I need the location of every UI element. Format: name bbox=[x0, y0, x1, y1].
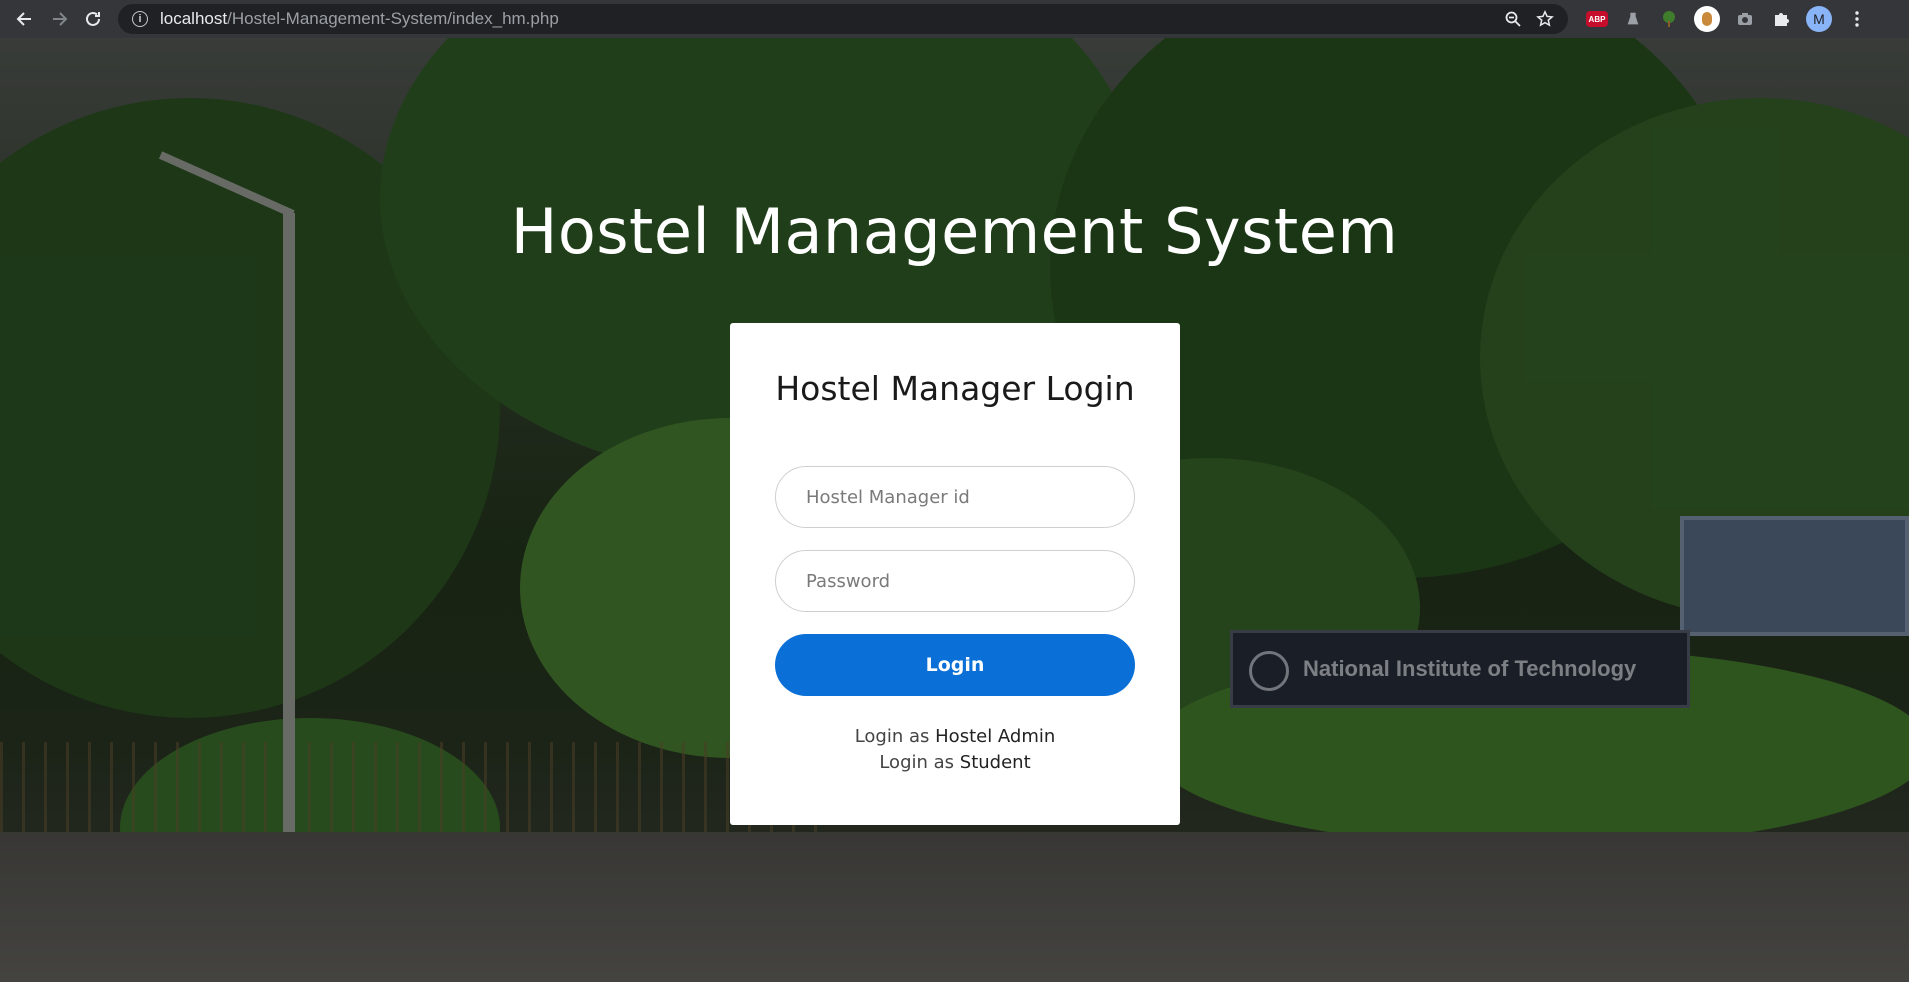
site-info-icon[interactable]: i bbox=[132, 11, 148, 27]
abp-label: ABP bbox=[1586, 11, 1608, 27]
flask-extension-icon[interactable] bbox=[1622, 8, 1644, 30]
bookmark-star-icon[interactable] bbox=[1536, 10, 1554, 28]
abp-extension-icon[interactable]: ABP bbox=[1586, 8, 1608, 30]
back-arrow-icon bbox=[16, 12, 31, 26]
student-login-line: Login as Student bbox=[775, 750, 1135, 776]
admin-login-line: Login as Hostel Admin bbox=[775, 724, 1135, 750]
circle-extension-icon[interactable] bbox=[1694, 6, 1720, 32]
extensions-bar: ABP M bbox=[1586, 6, 1868, 32]
menu-kebab-icon[interactable] bbox=[1846, 8, 1868, 30]
student-link[interactable]: Student bbox=[960, 752, 1031, 773]
address-bar[interactable]: i localhost/Hostel-Management-System/ind… bbox=[118, 4, 1568, 34]
reload-button[interactable] bbox=[76, 2, 110, 36]
admin-link-prefix: Login as bbox=[854, 726, 930, 747]
hostel-admin-link[interactable]: Hostel Admin bbox=[935, 726, 1055, 747]
hostel-manager-id-input[interactable] bbox=[775, 466, 1135, 528]
forward-button[interactable] bbox=[42, 2, 76, 36]
profile-avatar[interactable]: M bbox=[1806, 6, 1832, 32]
browser-toolbar: i localhost/Hostel-Management-System/ind… bbox=[0, 0, 1909, 38]
back-button[interactable] bbox=[8, 2, 42, 36]
login-button[interactable]: Login bbox=[775, 634, 1135, 696]
url-path: /Hostel-Management-System/index_hm.php bbox=[227, 9, 559, 28]
page-title: Hostel Management System bbox=[510, 195, 1399, 268]
url-host: localhost bbox=[160, 9, 228, 28]
forward-arrow-icon bbox=[53, 12, 68, 26]
student-link-prefix: Login as bbox=[879, 752, 955, 773]
reload-icon bbox=[86, 11, 100, 26]
login-card-title: Hostel Manager Login bbox=[775, 369, 1135, 408]
alternate-login-links: Login as Hostel Admin Login as Student bbox=[775, 724, 1135, 776]
zoom-icon[interactable] bbox=[1504, 10, 1522, 28]
password-input[interactable] bbox=[775, 550, 1135, 612]
puzzle-icon[interactable] bbox=[1770, 8, 1792, 30]
tree-extension-icon[interactable] bbox=[1658, 8, 1680, 30]
login-card: Hostel Manager Login Login Login as Host… bbox=[730, 323, 1180, 825]
camera-extension-icon[interactable] bbox=[1734, 8, 1756, 30]
